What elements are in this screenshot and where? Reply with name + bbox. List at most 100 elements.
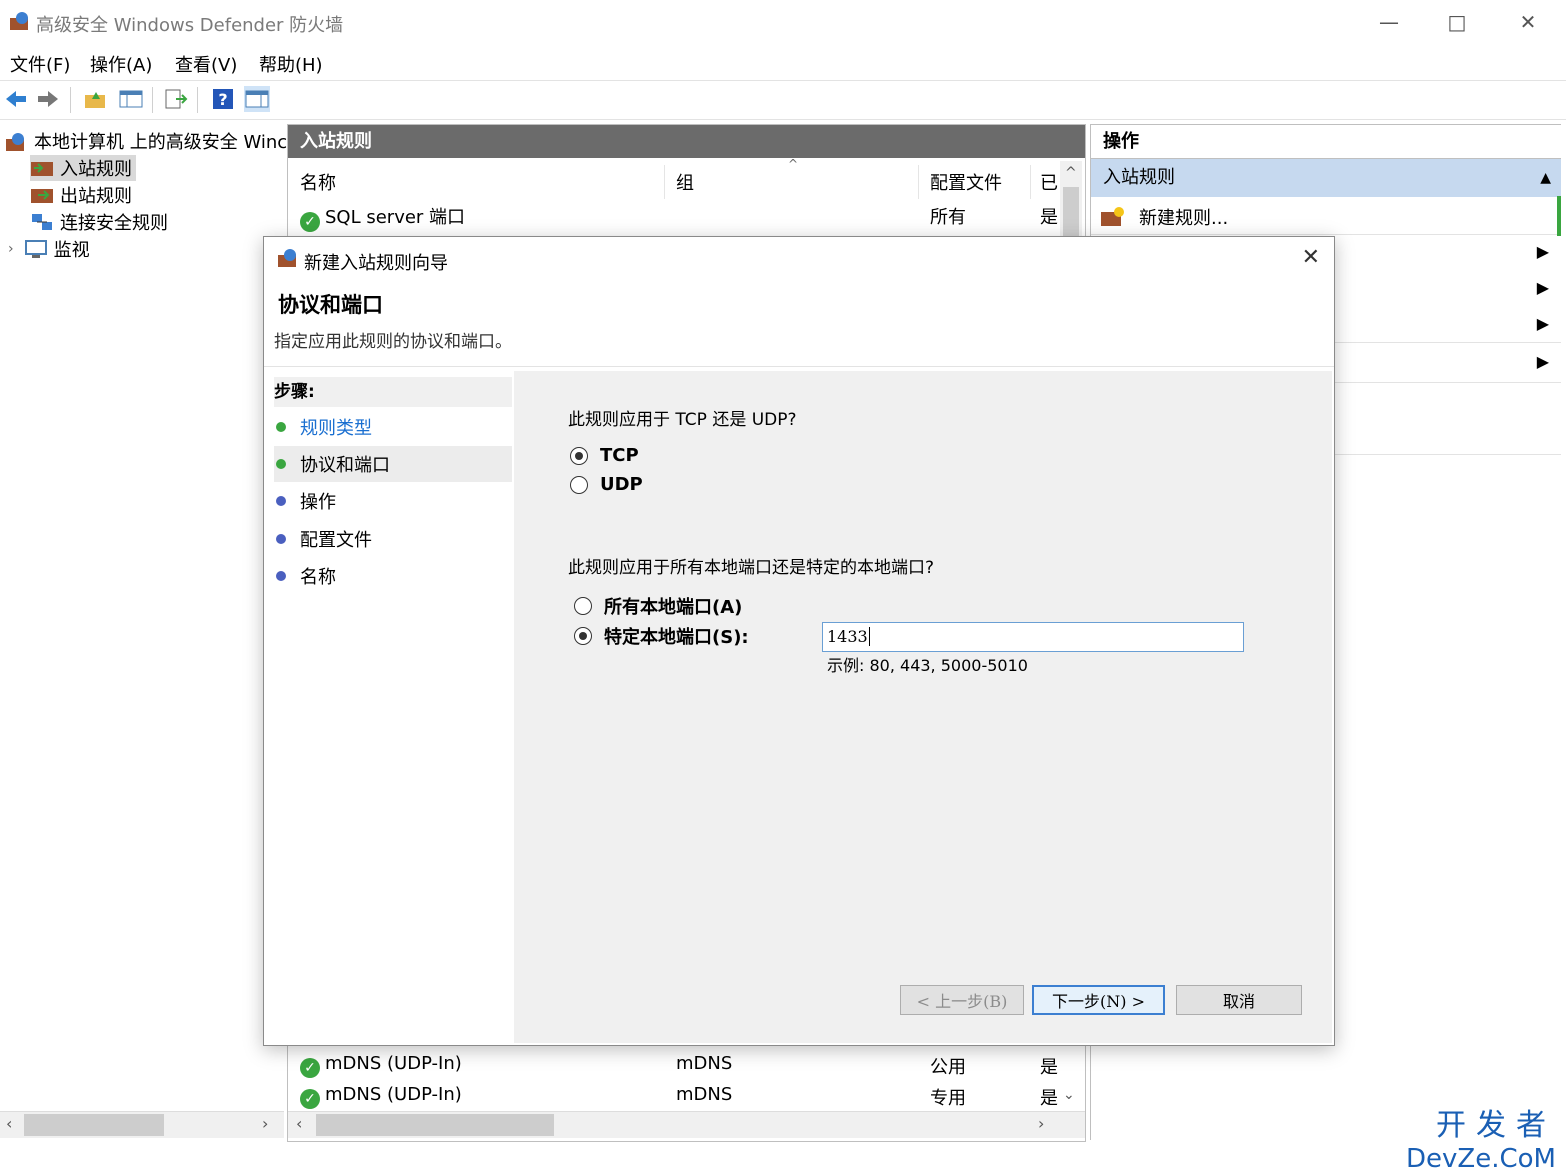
rules-vertical-scrollbar[interactable]: ^ — [1060, 161, 1082, 241]
new-rule-action[interactable]: 新建规则... — [1099, 204, 1228, 230]
row-group: mDNS — [676, 1084, 733, 1105]
sort-ascending-icon: ^ — [788, 157, 799, 171]
maximize-button[interactable]: □ — [1434, 6, 1480, 38]
monitor-icon — [24, 240, 47, 258]
row-enabled: 是 — [1040, 1088, 1058, 1109]
toolbar: ? — [0, 80, 1566, 120]
step-pending-dot-icon — [276, 571, 286, 581]
column-name[interactable]: 名称 — [300, 169, 336, 195]
steps-label: 步骤: — [274, 377, 512, 407]
menu-help[interactable]: 帮助(H) — [259, 51, 323, 77]
radio-specific-local-ports[interactable]: 特定本地端口(S): — [574, 623, 749, 649]
step-profile: 配置文件 — [274, 521, 512, 557]
scroll-thumb[interactable] — [316, 1114, 554, 1136]
enabled-check-icon: ✓ — [300, 1089, 320, 1109]
dialog-close-icon[interactable]: ✕ — [1302, 245, 1320, 270]
menu-action[interactable]: 操作(A) — [90, 51, 152, 77]
new-rule-icon — [1101, 207, 1124, 226]
actions-panel-title: 操作 — [1091, 124, 1561, 159]
show-hide-tree-icon[interactable] — [118, 86, 144, 112]
back-arrow-icon[interactable] — [3, 86, 29, 112]
tree-item-label: 入站规则 — [60, 159, 132, 180]
radio-tcp[interactable]: TCP — [570, 445, 639, 466]
scroll-up-icon[interactable]: ^ — [1065, 165, 1077, 181]
close-button[interactable]: ✕ — [1505, 6, 1551, 38]
firewall-icon — [278, 249, 296, 267]
radio-unselected-icon — [574, 597, 592, 615]
tree-horizontal-scrollbar[interactable]: ‹ › — [0, 1111, 284, 1138]
step-rule-type[interactable]: 规则类型 — [274, 409, 512, 445]
tree-item-inbound[interactable]: 入站规则 — [30, 155, 136, 181]
submenu-arrow-icon[interactable]: ▶ — [1537, 242, 1549, 261]
export-list-icon[interactable] — [163, 86, 189, 112]
table-row[interactable]: ✓ mDNS (UDP-In) — [300, 1084, 462, 1109]
inbound-rule-icon — [31, 162, 53, 176]
scroll-thumb[interactable] — [1063, 187, 1079, 241]
menu-view[interactable]: 查看(V) — [175, 51, 237, 77]
scroll-down-icon[interactable]: ⌄ — [1063, 1087, 1075, 1103]
submenu-arrow-icon[interactable]: ▶ — [1537, 314, 1549, 333]
row-profile: 公用 — [930, 1057, 966, 1078]
outbound-rule-icon — [31, 189, 53, 203]
forward-arrow-icon[interactable] — [35, 86, 61, 112]
submenu-arrow-icon[interactable]: ▶ — [1537, 352, 1549, 371]
title-bar: 高级安全 Windows Defender 防火墙 — □ ✕ — [0, 0, 1566, 44]
radio-selected-icon — [574, 627, 592, 645]
row-enabled: 是 — [1040, 1057, 1058, 1078]
dialog-description: 指定应用此规则的协议和端口。 — [274, 332, 512, 352]
ports-question: 此规则应用于所有本地端口还是特定的本地端口? — [568, 558, 935, 578]
submenu-arrow-icon[interactable]: ▶ — [1537, 278, 1549, 297]
navigation-tree: 本地计算机 上的高级安全 Winc 入站规则 出站规则 连接安全规则 › 监视 — [0, 124, 287, 1114]
collapse-triangle-icon[interactable]: ▲ — [1540, 159, 1551, 197]
chevron-right-icon[interactable]: › — [8, 241, 14, 257]
step-done-dot-icon — [276, 422, 286, 432]
svg-text:?: ? — [218, 90, 227, 109]
scroll-right-icon[interactable]: › — [1038, 1114, 1044, 1133]
tree-item-connection-security[interactable]: 连接安全规则 — [30, 209, 168, 235]
column-profile[interactable]: 配置文件 — [930, 169, 1002, 195]
next-button[interactable]: 下一步(N) > — [1032, 985, 1165, 1015]
tree-item-monitoring[interactable]: › 监视 — [8, 236, 90, 262]
step-protocol-ports: 协议和端口 — [274, 446, 512, 482]
show-action-pane-icon[interactable] — [244, 86, 270, 112]
row-enabled: 是 — [1040, 207, 1058, 228]
scroll-left-icon[interactable]: ‹ — [296, 1114, 302, 1133]
tree-root[interactable]: 本地计算机 上的高级安全 Winc — [4, 128, 287, 154]
wizard-steps: 步骤: 规则类型 协议和端口 操作 配置文件 名称 — [268, 371, 512, 1043]
table-row[interactable]: ✓ mDNS (UDP-In) — [300, 1053, 462, 1078]
scroll-right-icon[interactable]: › — [262, 1114, 268, 1133]
radio-all-local-ports[interactable]: 所有本地端口(A) — [574, 593, 742, 619]
tree-item-label: 出站规则 — [60, 186, 132, 207]
tree-root-label: 本地计算机 上的高级安全 Winc — [34, 132, 288, 153]
dialog-heading: 协议和端口 — [278, 293, 383, 317]
back-button[interactable]: < 上一步(B) — [900, 985, 1024, 1015]
help-icon[interactable]: ? — [210, 86, 236, 112]
row-profile: 专用 — [930, 1088, 966, 1109]
actions-section-inbound[interactable]: 入站规则 ▲ — [1091, 159, 1561, 197]
wizard-content: 此规则应用于 TCP 还是 UDP? TCP UDP 此规则应用于所有本地端口还… — [514, 371, 1332, 1043]
rules-horizontal-scrollbar[interactable]: ‹ › — [288, 1111, 1085, 1138]
new-inbound-rule-wizard: 新建入站规则向导 ✕ 协议和端口 指定应用此规则的协议和端口。 步骤: 规则类型… — [263, 236, 1335, 1046]
dialog-title: 新建入站规则向导 — [304, 253, 448, 274]
minimize-button[interactable]: — — [1366, 6, 1412, 38]
tree-item-label: 连接安全规则 — [60, 213, 168, 234]
local-port-input[interactable]: 1433 — [822, 622, 1244, 652]
table-row[interactable]: ✓ SQL server 端口 — [300, 203, 465, 232]
column-enabled[interactable]: 已 — [1040, 169, 1058, 195]
column-group[interactable]: 组 — [676, 169, 694, 195]
step-action: 操作 — [274, 483, 512, 519]
up-folder-icon[interactable] — [82, 86, 108, 112]
step-current-dot-icon — [276, 459, 286, 469]
scroll-thumb[interactable] — [24, 1114, 164, 1136]
enabled-check-icon: ✓ — [300, 1058, 320, 1078]
radio-udp[interactable]: UDP — [570, 474, 643, 495]
cancel-button[interactable]: 取消 — [1176, 985, 1302, 1015]
menu-file[interactable]: 文件(F) — [10, 51, 70, 77]
watermark: 开发者 DevZe.CoM — [1406, 1100, 1556, 1174]
radio-unselected-icon — [570, 475, 588, 494]
step-name: 名称 — [274, 558, 512, 594]
step-pending-dot-icon — [276, 534, 286, 544]
tree-item-outbound[interactable]: 出站规则 — [30, 182, 132, 208]
enabled-check-icon: ✓ — [300, 212, 320, 232]
scroll-left-icon[interactable]: ‹ — [6, 1114, 12, 1133]
